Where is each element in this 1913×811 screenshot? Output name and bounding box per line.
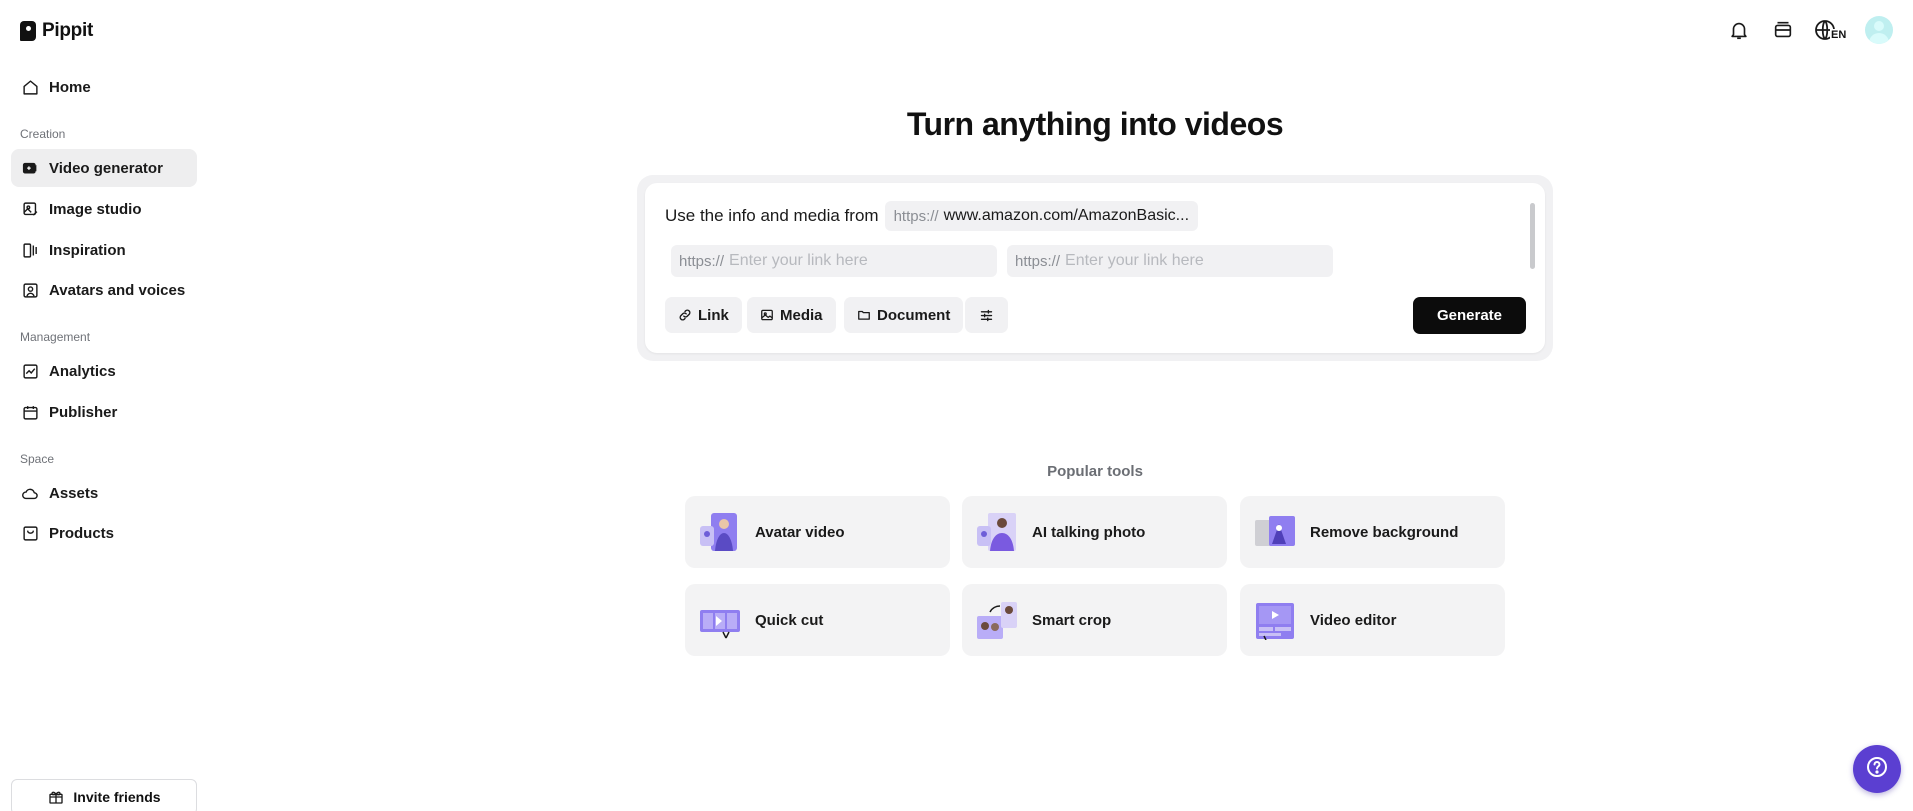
document-button-label: Document [877,306,951,324]
sidebar-item-label: Avatars and voices [49,281,186,299]
link-icon [678,308,692,322]
sidebar-item-avatars-and-voices[interactable]: Avatars and voices [11,271,197,309]
help-button[interactable] [1853,745,1901,793]
tool-card-label: Smart crop [1032,611,1112,629]
gift-icon [47,788,65,806]
tool-card-label: Quick cut [755,611,824,629]
sidebar-item-label: Inspiration [49,241,126,259]
quick-cut-thumbnail [699,600,741,640]
tool-card-label: Video editor [1310,611,1397,629]
link-button-label: Link [698,306,729,324]
invite-friends-label: Invite friends [73,789,161,805]
document-button[interactable]: Document [844,297,964,333]
sidebar-item-analytics[interactable]: Analytics [11,352,197,390]
home-icon [21,78,39,96]
sidebar-item-label: Video generator [49,159,163,177]
avatar-video-thumbnail [699,512,741,552]
tool-card-avatar-video[interactable]: Avatar video [685,496,950,568]
help-question-icon [1865,755,1889,784]
sidebar-item-assets[interactable]: Assets [11,474,197,512]
section-label-creation: Creation [20,127,66,141]
sidebar-item-products[interactable]: Products [11,514,197,552]
composer-scrollbar[interactable] [1530,203,1535,269]
video-plus-icon [21,159,39,177]
popular-tools-heading: Popular tools [1047,463,1143,480]
sidebar-item-video-generator[interactable]: Video generator [11,149,197,187]
bell-icon[interactable] [1725,16,1753,44]
cloud-icon [21,484,39,502]
section-label-space: Space [20,452,55,466]
language-globe-icon[interactable]: EN [1813,16,1849,44]
sidebar-item-label: Image studio [49,200,142,218]
settings-sliders-icon [979,307,995,323]
top-bar: EN [1725,16,1893,44]
image-icon [760,308,774,322]
tool-card-quick-cut[interactable]: Quick cut [685,584,950,656]
tool-card-label: Remove background [1310,523,1459,541]
url-prefix: https:// [893,207,939,225]
sidebar-item-inspiration[interactable]: Inspiration [11,231,197,269]
sidebar: Pippit Home Creation Video generator Ima… [0,0,210,811]
sidebar-item-label: Publisher [49,403,118,421]
link-input-1[interactable] [729,252,980,270]
app-name: Pippit [42,20,93,41]
tool-card-label: Avatar video [755,523,845,541]
app-logo[interactable]: Pippit [20,20,93,42]
folder-icon [857,308,871,322]
remove-background-thumbnail [1254,512,1296,552]
invite-friends-button[interactable]: Invite friends [11,779,197,811]
sidebar-item-label: Analytics [49,362,116,380]
inspiration-icon [21,241,39,259]
page-title: Turn anything into videos [906,106,1284,142]
sidebar-item-home[interactable]: Home [11,68,197,106]
composer-panel: Use the info and media from https:// www… [637,175,1553,361]
user-avatar[interactable] [1865,16,1893,44]
link-field-1[interactable]: https:// [671,245,997,277]
avatar-voice-icon [21,281,39,299]
tool-card-remove-background[interactable]: Remove background [1240,496,1505,568]
tool-card-label: AI talking photo [1032,523,1146,541]
tool-card-smart-crop[interactable]: Smart crop [962,584,1227,656]
calendar-icon [21,403,39,421]
media-button-label: Media [780,306,823,324]
composer-inner: Use the info and media from https:// www… [645,183,1545,353]
smart-crop-thumbnail [976,600,1018,640]
sidebar-item-publisher[interactable]: Publisher [11,393,197,431]
ai-talking-photo-thumbnail [976,512,1018,552]
tool-card-video-editor[interactable]: Video editor [1240,584,1505,656]
section-label-management: Management [20,330,91,344]
sidebar-item-image-studio[interactable]: Image studio [11,190,197,228]
video-editor-thumbnail [1254,600,1296,641]
prompt-text: Use the info and media from [665,206,879,225]
product-box-icon [21,524,39,542]
generate-button[interactable]: Generate [1413,297,1526,334]
tool-card-ai-talking-photo[interactable]: AI talking photo [962,496,1227,568]
sidebar-item-label: Assets [49,484,99,502]
image-edit-icon [21,200,39,218]
link-input-2[interactable] [1065,252,1316,270]
settings-button[interactable] [965,297,1008,333]
prompt-row: Use the info and media from https:// www… [665,201,1199,231]
link-prefix: https:// [679,252,725,270]
sidebar-item-label: Home [49,78,91,96]
link-prefix: https:// [1015,252,1061,270]
link-field-2[interactable]: https:// [1007,245,1333,277]
credits-icon[interactable] [1769,16,1797,44]
media-button[interactable]: Media [747,297,836,333]
url-value: www.amazon.com/AmazonBasic... [943,207,1190,224]
language-code: EN [1830,29,1848,41]
url-chip[interactable]: https:// www.amazon.com/AmazonBasic... [884,201,1199,231]
sidebar-item-label: Products [49,524,115,542]
analytics-icon [21,362,39,380]
pippit-logo-icon [20,21,36,41]
link-button[interactable]: Link [665,297,742,333]
